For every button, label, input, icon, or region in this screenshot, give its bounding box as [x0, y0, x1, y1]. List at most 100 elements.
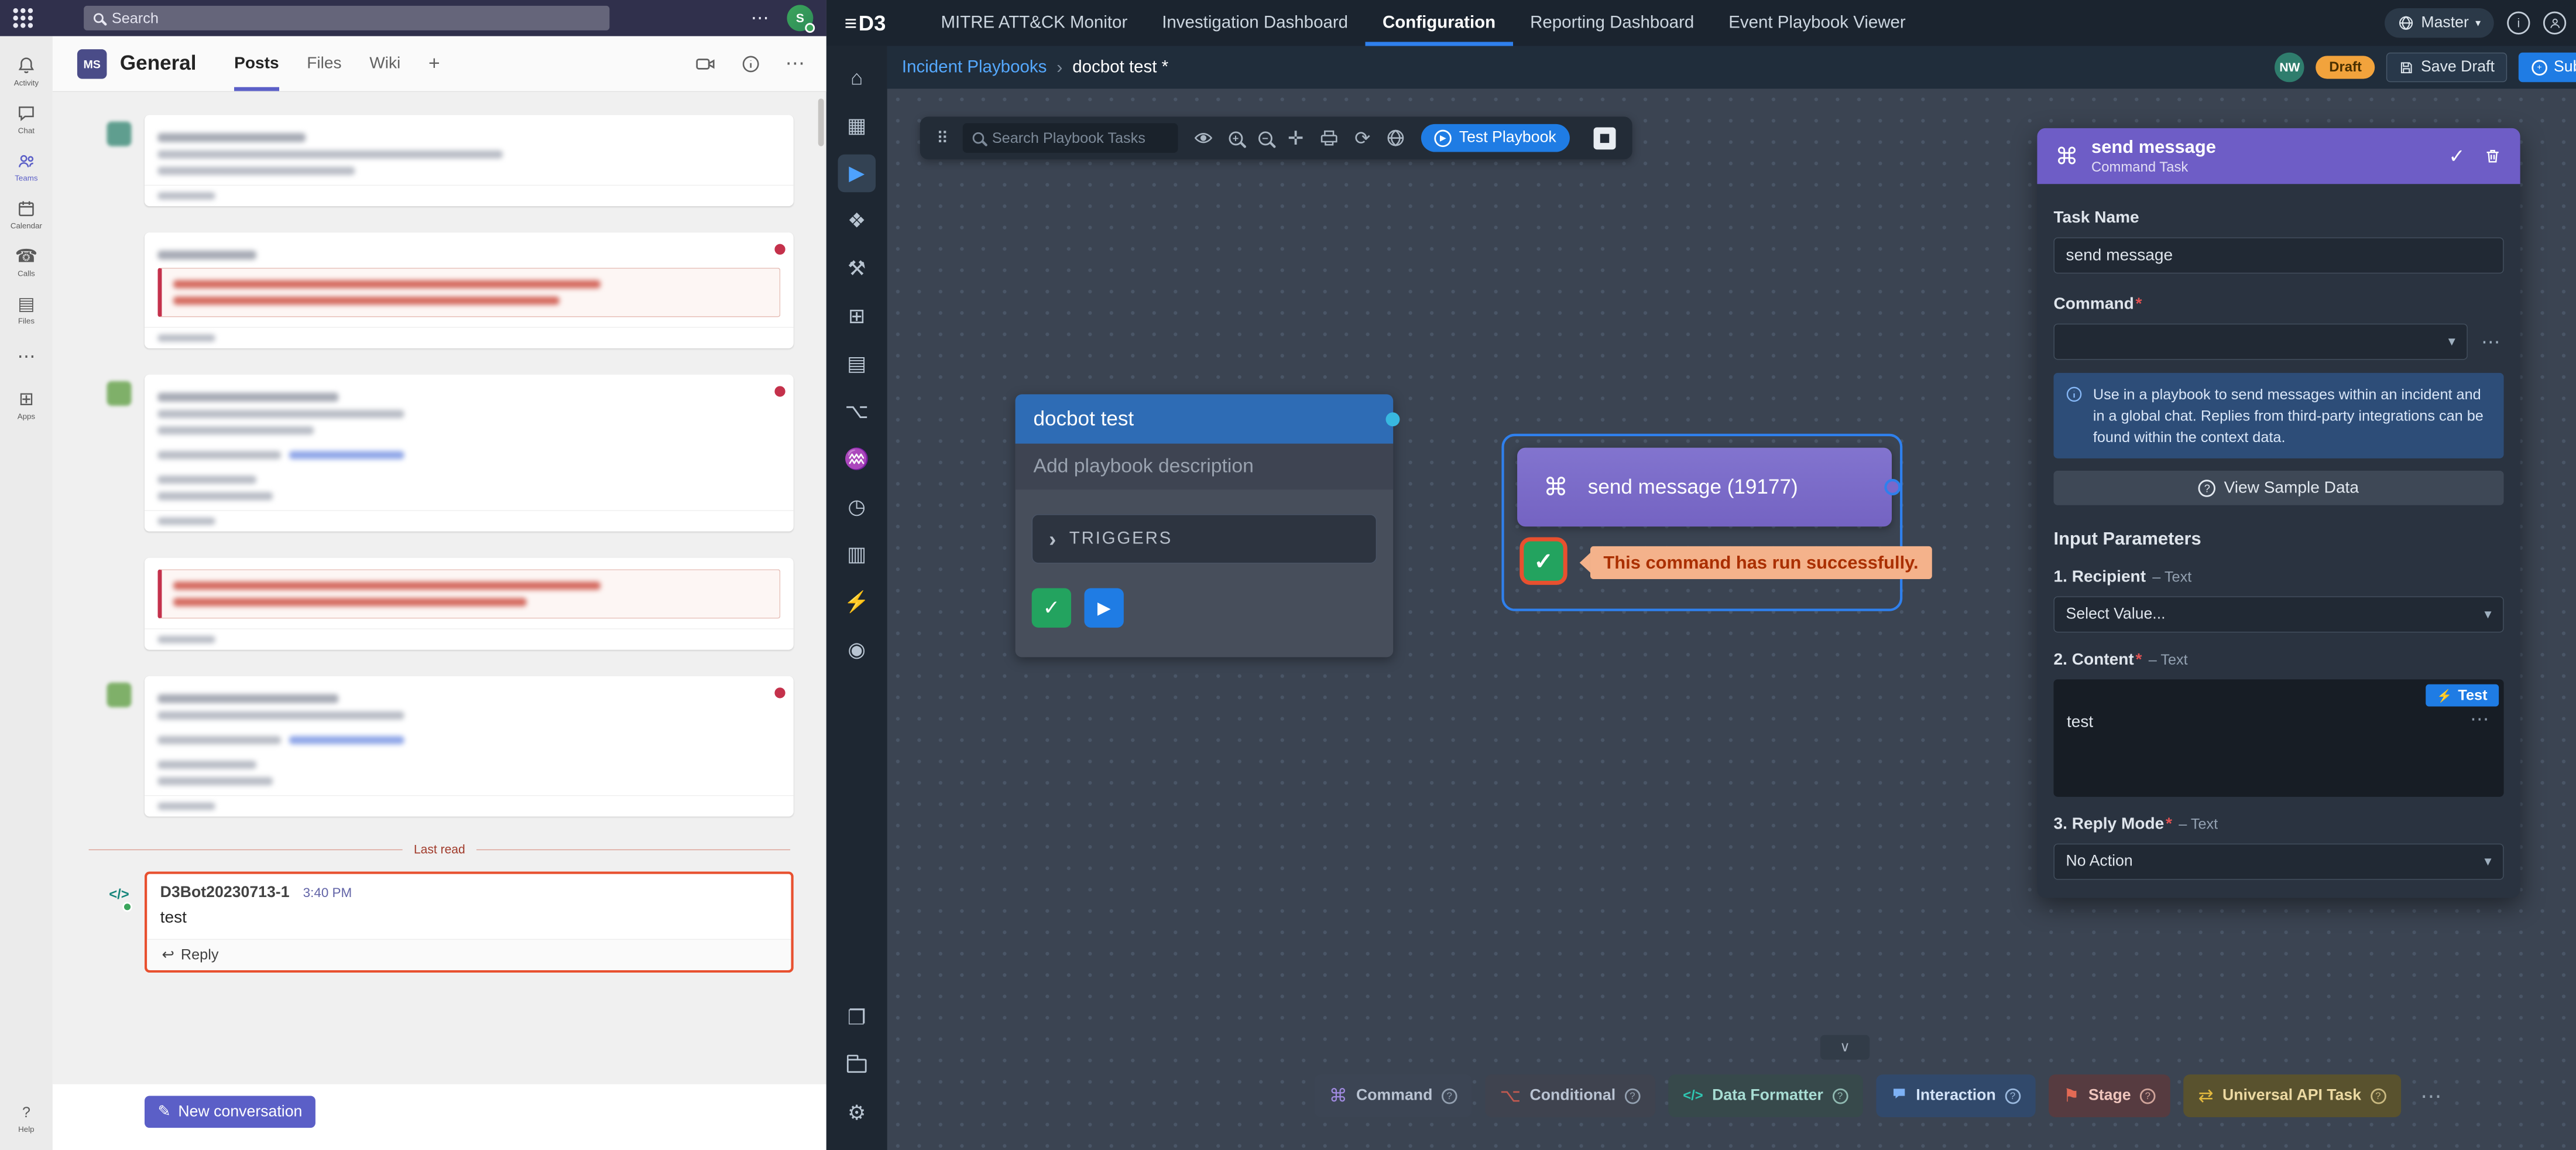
playbook-canvas[interactable]: ⠿ + − ✛ ⟳ ▶ Test Playbook	[887, 89, 2576, 1150]
playbook-play-button[interactable]: ▶	[1084, 588, 1123, 627]
task-name-input[interactable]	[2053, 237, 2503, 273]
collapse-toolbar-button[interactable]: ∨	[1820, 1035, 1870, 1060]
teams-search-input[interactable]	[112, 9, 600, 26]
tab-wiki[interactable]: Wiki	[369, 36, 400, 91]
sidebar-automation-icon[interactable]: ⚡	[838, 583, 876, 621]
rail-item-chat[interactable]: Chat	[0, 95, 53, 143]
palette-universal-api-task[interactable]: ⇄ Universal API Task ?	[2183, 1074, 2400, 1117]
sidebar-schedule-icon[interactable]: ⊞	[838, 297, 876, 336]
help-icon[interactable]: ?	[2140, 1088, 2156, 1104]
scrollbar-thumb[interactable]	[818, 98, 824, 146]
breadcrumb-incident-playbooks[interactable]: Incident Playbooks	[902, 57, 1047, 77]
task-output-port[interactable]	[1884, 479, 1901, 495]
channel-more-icon[interactable]: ⋯	[786, 52, 805, 76]
rail-item-teams[interactable]: Teams	[0, 143, 53, 190]
save-draft-button[interactable]: Save Draft	[2386, 53, 2507, 83]
test-parameter-button[interactable]: ⚡ Test	[2426, 684, 2499, 707]
reply-row[interactable]	[145, 795, 794, 816]
help-icon[interactable]: ?	[2371, 1088, 2386, 1104]
sidebar-live-feed-icon[interactable]: ♒	[838, 440, 876, 478]
rail-item-calls[interactable]: ☎ Calls	[0, 238, 53, 286]
view-sample-data-button[interactable]: ? View Sample Data	[2053, 471, 2503, 505]
app-launcher-icon[interactable]	[13, 8, 33, 28]
zoom-in-icon[interactable]: +	[1229, 131, 1243, 145]
content-more-icon[interactable]: ⋯	[2470, 709, 2489, 731]
zoom-out-icon[interactable]: −	[1258, 131, 1272, 145]
task-success-badge[interactable]: ✓	[1524, 542, 1563, 581]
rail-item-apps[interactable]: ⊞ Apps	[0, 381, 53, 429]
channel-info-icon[interactable]	[741, 54, 761, 74]
send-message-task-node[interactable]: ⌘ send message (19177)	[1517, 448, 1892, 527]
palette-command[interactable]: ⌘ Command ?	[1314, 1074, 1471, 1117]
reply-row[interactable]	[145, 628, 794, 649]
task-search-input[interactable]	[992, 129, 1168, 146]
reply-row[interactable]	[145, 327, 794, 348]
playbook-node-header[interactable]: docbot test	[1016, 394, 1394, 443]
tab-posts[interactable]: Posts	[234, 36, 279, 91]
stop-test-button[interactable]	[1593, 127, 1615, 149]
teams-search-bar[interactable]	[84, 6, 609, 30]
site-selector[interactable]: Master ▾	[2385, 8, 2494, 38]
editor-avatar[interactable]: NW	[2275, 53, 2305, 83]
refresh-icon[interactable]: ⟳	[1354, 127, 1370, 149]
sidebar-settings-icon[interactable]: ⚙	[838, 1094, 876, 1132]
palette-conditional[interactable]: ⌥ Conditional ?	[1485, 1074, 1655, 1117]
output-port[interactable]	[1386, 412, 1400, 426]
rail-item-activity[interactable]: Activity	[0, 47, 53, 95]
playbook-root-node[interactable]: docbot test Add playbook description › T…	[1016, 394, 1394, 657]
content-textarea[interactable]: test ⋯	[2059, 707, 2499, 792]
rail-item-help[interactable]: ? Help	[0, 1094, 53, 1142]
rail-item-more[interactable]: ⋯	[0, 334, 53, 381]
test-playbook-button[interactable]: ▶ Test Playbook	[1421, 124, 1569, 152]
palette-more-icon[interactable]: ⋯	[2420, 1083, 2441, 1108]
playbook-run-success-button[interactable]: ✓	[1032, 588, 1071, 627]
language-globe-icon[interactable]	[1386, 128, 1406, 148]
nav-item-reporting-dashboard[interactable]: Reporting Dashboard	[1513, 0, 1711, 46]
submit-button[interactable]: + Submit	[2519, 53, 2576, 83]
help-icon[interactable]: ?	[1442, 1088, 1457, 1104]
command-select[interactable]: ▾	[2053, 324, 2467, 360]
new-conversation-button[interactable]: ✎ New conversation	[145, 1096, 315, 1128]
task-node-selection[interactable]: ⌘ send message (19177) ✓ This command ha…	[1501, 434, 1902, 611]
nav-item-mitre-attck-monitor[interactable]: MITRE ATT&CK Monitor	[924, 0, 1145, 46]
sidebar-connections-icon[interactable]: ⌥	[838, 393, 876, 431]
sidebar-playbook-editor-icon[interactable]: ▶	[838, 155, 876, 193]
help-icon[interactable]: ?	[1625, 1088, 1641, 1104]
nav-item-configuration[interactable]: Configuration	[1366, 0, 1513, 46]
bot-author[interactable]: D3Bot20230713-1	[160, 884, 290, 901]
sidebar-dashboard-icon[interactable]: ▦	[838, 107, 876, 145]
palette-interaction[interactable]: Interaction ?	[1876, 1074, 2035, 1117]
user-profile-icon[interactable]	[2543, 12, 2566, 35]
visibility-icon[interactable]	[1193, 128, 1213, 148]
sidebar-reports-icon[interactable]: ▥	[838, 536, 876, 574]
nav-item-event-playbook-viewer[interactable]: Event Playbook Viewer	[1711, 0, 1923, 46]
add-tab-button[interactable]: +	[428, 36, 440, 91]
sidebar-ai-icon[interactable]: ◉	[838, 631, 876, 669]
sidebar-integrations-icon[interactable]: ❖	[838, 202, 876, 240]
sidebar-utilities-icon[interactable]: ⚒	[838, 249, 876, 288]
sidebar-folder-icon[interactable]	[838, 1046, 876, 1084]
print-icon[interactable]	[1319, 128, 1339, 148]
help-icon[interactable]: ?	[2005, 1088, 2021, 1104]
teams-user-avatar[interactable]: S	[787, 5, 813, 31]
rail-item-files[interactable]: ▤ Files	[0, 286, 53, 333]
command-more-icon[interactable]: ⋯	[2478, 331, 2504, 353]
sidebar-history-icon[interactable]: ◷	[838, 488, 876, 526]
sidebar-windows-icon[interactable]: ❐	[838, 999, 876, 1037]
task-search-box[interactable]	[962, 123, 1178, 153]
trash-icon[interactable]	[2483, 146, 2502, 165]
nav-item-investigation-dashboard[interactable]: Investigation Dashboard	[1145, 0, 1366, 46]
reply-row[interactable]	[145, 185, 794, 206]
team-avatar[interactable]: MS	[77, 49, 107, 78]
sidebar-home-icon[interactable]: ⌂	[838, 59, 876, 97]
playbook-description-placeholder[interactable]: Add playbook description	[1016, 444, 1394, 490]
fit-view-icon[interactable]: ✛	[1288, 127, 1304, 149]
help-info-icon[interactable]: i	[2507, 12, 2530, 35]
palette-stage[interactable]: ⚑ Stage ?	[2049, 1074, 2170, 1117]
triggers-section[interactable]: › TRIGGERS	[1032, 514, 1377, 563]
palette-data-formatter[interactable]: </> Data Formatter ?	[1668, 1074, 1862, 1117]
help-icon[interactable]: ?	[1832, 1088, 1848, 1104]
drag-handle-icon[interactable]: ⠿	[937, 128, 947, 148]
more-options-icon[interactable]: ⋯	[751, 8, 769, 29]
meet-camera-icon[interactable]	[695, 53, 716, 74]
